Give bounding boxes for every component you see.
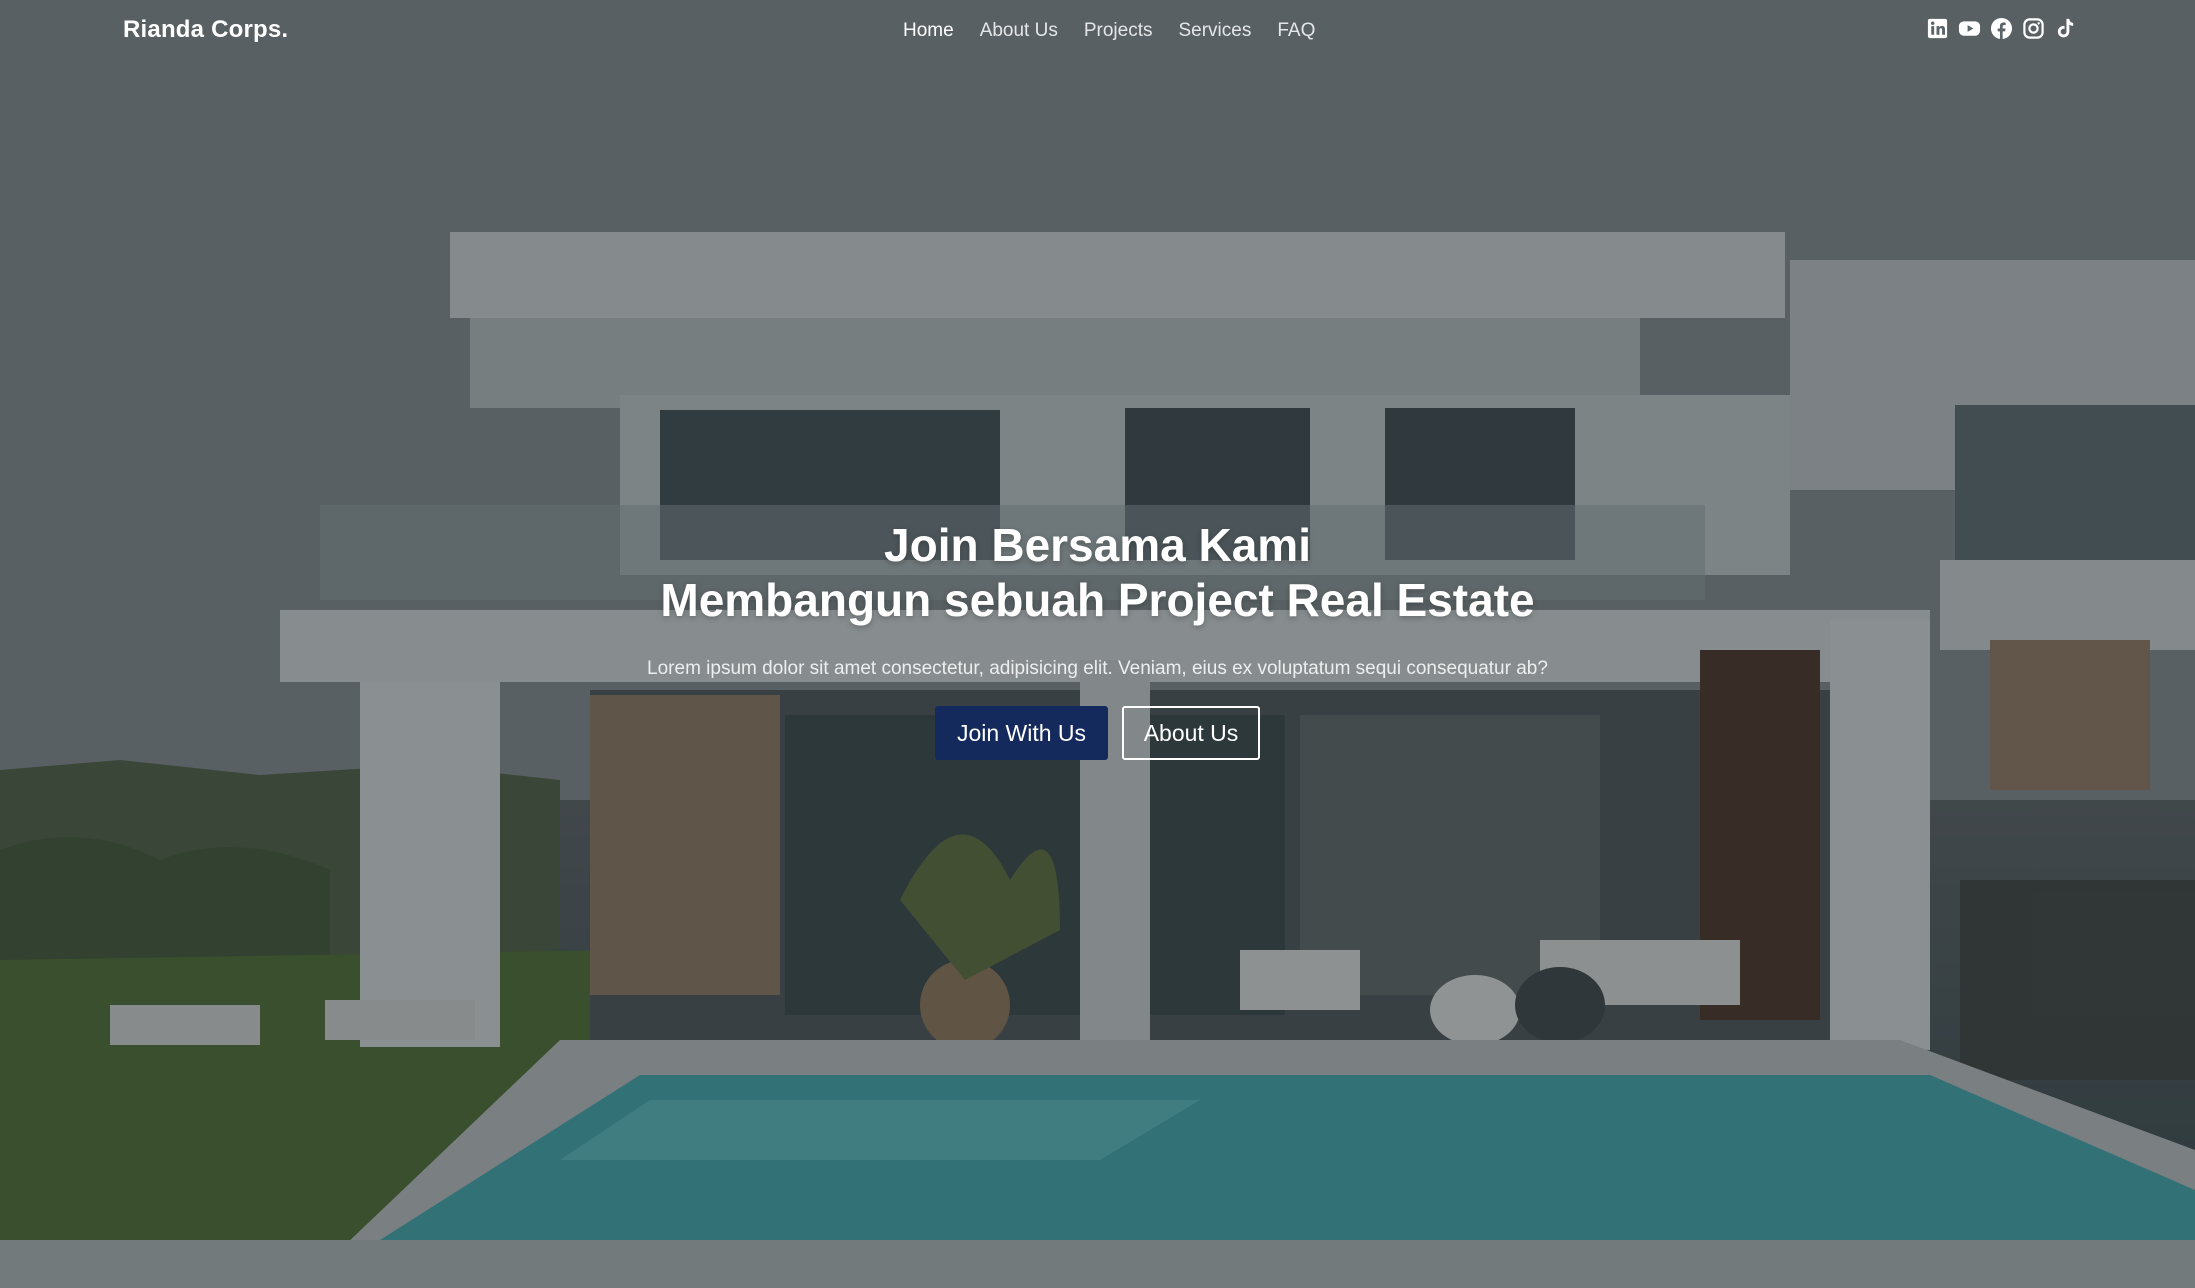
tiktok-icon[interactable] xyxy=(2054,17,2077,40)
join-with-us-button[interactable]: Join With Us xyxy=(935,706,1108,760)
hero-subtitle: Lorem ipsum dolor sit amet consectetur, … xyxy=(647,658,1548,679)
hero-section: Rianda Corps. Home About Us Projects Ser… xyxy=(0,0,2195,1288)
nav-link-about-us[interactable]: About Us xyxy=(967,20,1071,42)
nav-link-services[interactable]: Services xyxy=(1165,20,1264,42)
facebook-icon[interactable] xyxy=(1990,17,2013,40)
youtube-icon[interactable] xyxy=(1958,17,1981,40)
nav-link-faq[interactable]: FAQ xyxy=(1264,20,1328,42)
hero-buttons: Join With Us About Us xyxy=(0,706,2195,760)
social-links xyxy=(1926,17,2077,40)
hero-headline-line-1: Join Bersama Kami xyxy=(884,519,1311,571)
about-us-button[interactable]: About Us xyxy=(1122,706,1260,760)
linkedin-icon[interactable] xyxy=(1926,17,1949,40)
instagram-icon[interactable] xyxy=(2022,17,2045,40)
navbar: Rianda Corps. Home About Us Projects Ser… xyxy=(0,0,2195,66)
nav-link-projects[interactable]: Projects xyxy=(1071,20,1166,42)
nav-menu: Home About Us Projects Services FAQ xyxy=(890,20,1328,42)
hero-headline: Join Bersama Kami Membangun sebuah Proje… xyxy=(0,518,2195,628)
nav-link-home[interactable]: Home xyxy=(890,20,967,42)
brand-logo[interactable]: Rianda Corps. xyxy=(123,16,288,44)
hero-headline-line-2: Membangun sebuah Project Real Estate xyxy=(660,574,1535,626)
hero-content: Join Bersama Kami Membangun sebuah Proje… xyxy=(0,518,2195,760)
